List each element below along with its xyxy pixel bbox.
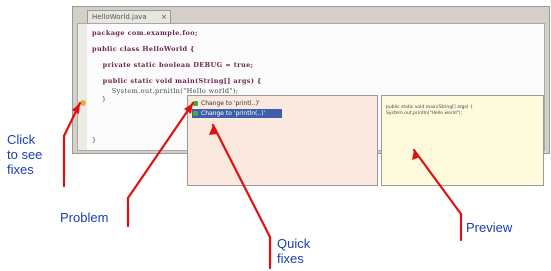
arrow-problem-to-code: [126, 101, 195, 200]
annotation-arrows: [62, 101, 463, 270]
arrow-preview-to-popup: [412, 148, 463, 216]
arrow-quickfix-to-list: [211, 123, 272, 239]
